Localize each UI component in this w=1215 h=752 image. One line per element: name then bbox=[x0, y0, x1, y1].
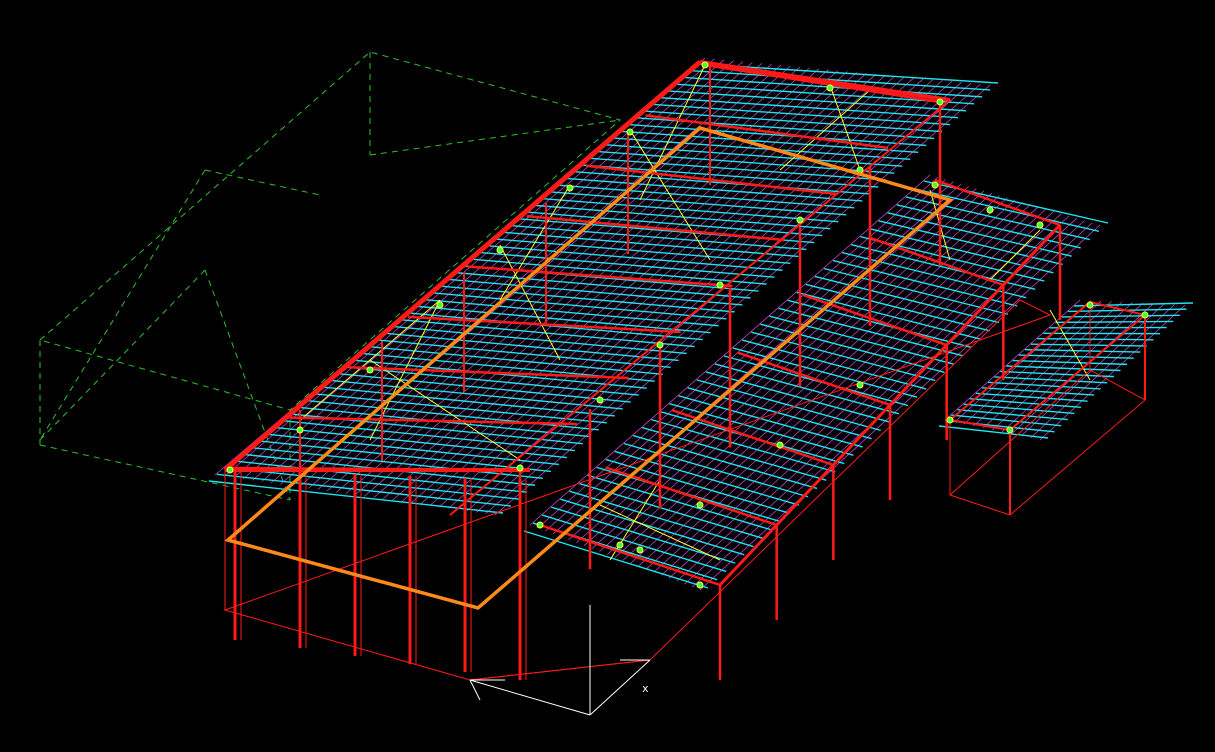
connection-node bbox=[656, 341, 664, 349]
connection-node bbox=[496, 246, 504, 254]
connection-node bbox=[366, 366, 374, 374]
main-roof-purlin bbox=[343, 365, 639, 396]
connection-node bbox=[826, 84, 834, 92]
lower-roof-purlin bbox=[651, 418, 836, 473]
connection-node bbox=[1006, 426, 1014, 434]
connection-node bbox=[596, 396, 604, 404]
connection-node bbox=[1036, 221, 1044, 229]
connection-node bbox=[636, 546, 644, 554]
lower-roof-purlin bbox=[669, 403, 854, 456]
main-roof-purlin bbox=[382, 332, 679, 362]
lower-roof-purlin bbox=[569, 490, 754, 548]
x-axis-line bbox=[469, 679, 591, 716]
connection-node bbox=[436, 301, 444, 309]
eave-beam bbox=[718, 223, 1062, 587]
envelope-edge bbox=[39, 269, 206, 441]
brace bbox=[829, 84, 861, 171]
small-roof-purlin bbox=[1055, 320, 1174, 324]
main-roof-deck-line bbox=[373, 73, 867, 498]
connection-node bbox=[716, 281, 724, 289]
connection-node bbox=[1141, 311, 1149, 319]
lower-roof-deck-line bbox=[692, 222, 1093, 588]
lower-roof-purlin bbox=[560, 498, 745, 556]
steel-frames bbox=[223, 60, 1148, 681]
rafter bbox=[704, 63, 941, 104]
main-roof-purlin bbox=[374, 339, 671, 369]
main-roof-purlin bbox=[335, 372, 631, 403]
connection-node bbox=[856, 381, 864, 389]
lower-roof-purlin bbox=[587, 474, 772, 531]
small-roof-purlin bbox=[1012, 359, 1128, 366]
envelope-edge bbox=[369, 119, 621, 156]
main-roof-purlin bbox=[319, 386, 615, 417]
envelope-edge bbox=[39, 444, 291, 501]
y-axis-line bbox=[589, 659, 651, 716]
connection-node bbox=[796, 216, 804, 224]
connection-node bbox=[946, 416, 954, 424]
connection-node bbox=[986, 206, 994, 214]
small-roof-purlin bbox=[1006, 365, 1121, 372]
axis-tick bbox=[469, 679, 481, 701]
lower-roof-purlin bbox=[541, 514, 727, 573]
main-roof-purlin bbox=[272, 426, 567, 459]
small-roof-purlin bbox=[1037, 338, 1154, 341]
connection-node bbox=[936, 98, 944, 106]
x-axis-label: x bbox=[642, 682, 649, 695]
connection-node bbox=[931, 181, 939, 189]
envelope-edge bbox=[39, 169, 206, 441]
main-roof-purlin bbox=[280, 419, 575, 452]
small-base bbox=[1089, 369, 1146, 401]
brace bbox=[609, 479, 661, 561]
connection-node bbox=[516, 464, 524, 472]
small-roof-purlin bbox=[1024, 348, 1141, 353]
connection-node bbox=[536, 521, 544, 529]
lower-roof-purlin bbox=[687, 387, 872, 440]
main-roof-deck-line bbox=[280, 64, 772, 485]
connection-node bbox=[776, 441, 784, 449]
lower-roof-purlin bbox=[714, 363, 900, 415]
main-roof-purlin bbox=[327, 379, 623, 410]
envelope-top bbox=[38, 51, 622, 411]
lower-roof-purlin bbox=[705, 371, 891, 423]
connection-node bbox=[1086, 301, 1094, 309]
wireframe-scene[interactable]: x bbox=[0, 0, 1215, 752]
lower-roof-purlin bbox=[523, 530, 709, 589]
ucs-axes-icon: x bbox=[469, 605, 651, 716]
envelope-edge bbox=[204, 169, 321, 196]
main-roof-purlin bbox=[525, 211, 823, 237]
small-base bbox=[1009, 399, 1146, 516]
lower-roof-purlin bbox=[623, 442, 809, 498]
lower-roof-purlin bbox=[914, 188, 1100, 232]
connection-node bbox=[296, 426, 304, 434]
base-line bbox=[469, 659, 651, 681]
rafter bbox=[348, 366, 629, 380]
small-base bbox=[949, 494, 1011, 516]
small-roof-purlin bbox=[988, 381, 1101, 390]
lower-roof-purlin bbox=[696, 379, 881, 432]
connection-node bbox=[626, 128, 634, 136]
connection-node bbox=[701, 61, 709, 69]
small-roof-purlin bbox=[1031, 343, 1147, 347]
connection-node bbox=[696, 501, 704, 509]
connection-node bbox=[616, 541, 624, 549]
lower-roof-purlin bbox=[614, 450, 800, 506]
connection-node bbox=[696, 581, 704, 589]
small-roof-purlin bbox=[1061, 314, 1180, 318]
connection-node bbox=[566, 184, 574, 192]
connection-node bbox=[226, 466, 234, 474]
small-base bbox=[949, 369, 1091, 496]
cad-viewport[interactable]: x bbox=[0, 0, 1215, 752]
main-roof-purlin bbox=[303, 399, 599, 431]
